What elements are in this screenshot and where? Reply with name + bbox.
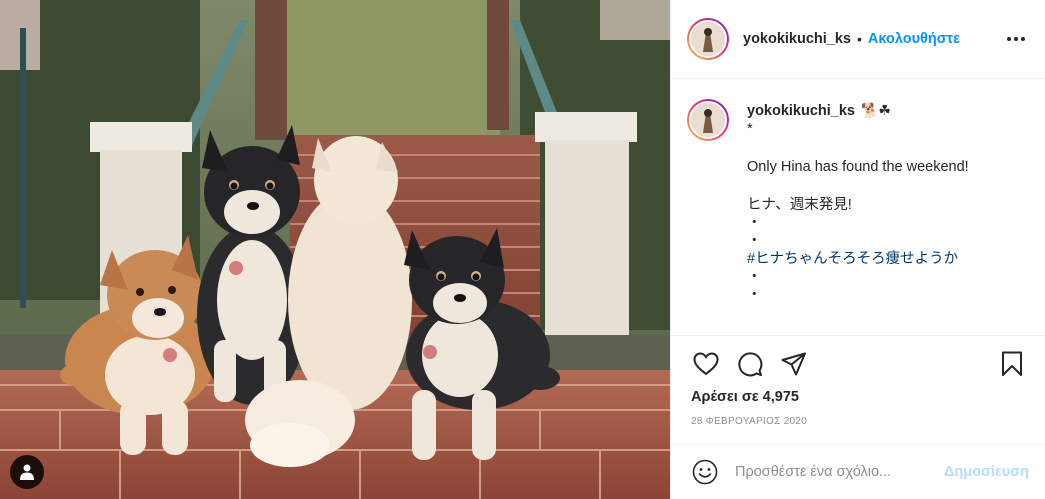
caption-line: * (747, 121, 753, 137)
user-tag-button[interactable] (10, 455, 44, 489)
post-date[interactable]: 28 ΦΕΒΡΟΥΑΡΙΟΣ 2020 (671, 416, 1045, 427)
caption-emojis: 🐕☘ (861, 103, 891, 119)
post-photo[interactable] (0, 0, 670, 499)
caption-line: Only Hina has found the weekend! (747, 159, 969, 175)
caption-body: yokokikuchi_ks 🐕☘ * Only Hina has found … (747, 102, 969, 304)
comment-icon (738, 352, 763, 377)
comment-input[interactable] (735, 464, 944, 480)
post-comment-button[interactable]: Δημοσίευση (944, 464, 1029, 480)
post-caption: yokokikuchi_ks 🐕☘ * Only Hina has found … (671, 79, 1045, 336)
caption-username[interactable]: yokokikuchi_ks (747, 102, 855, 120)
share-button[interactable] (777, 347, 811, 381)
like-button[interactable] (689, 347, 723, 381)
save-button[interactable] (995, 347, 1029, 381)
caption-avatar-image (689, 101, 727, 139)
shiba-dogs-photo (0, 0, 670, 499)
follow-button[interactable]: Ακολουθήστε (868, 31, 960, 47)
caption-line: ヒナ、週末発見! (747, 197, 852, 213)
caption-text: * Only Hina has found the weekend! ヒナ、週末… (747, 120, 969, 304)
more-options-icon[interactable] (1003, 33, 1029, 45)
smiley-icon (692, 459, 718, 485)
comment-button[interactable] (733, 347, 767, 381)
caption-line: ・ (747, 215, 762, 231)
add-comment-bar: Δημοσίευση (671, 444, 1045, 499)
heart-icon (693, 352, 719, 376)
header-username[interactable]: yokokikuchi_ks (743, 31, 851, 47)
post-side-panel: yokokikuchi_ks • Ακολουθήστε yokokikuchi… (670, 0, 1045, 499)
avatar-image (689, 20, 727, 58)
avatar[interactable] (687, 18, 729, 60)
post-header: yokokikuchi_ks • Ακολουθήστε (671, 0, 1045, 79)
caption-hashtag[interactable]: #ヒナちゃんそろそろ痩せようか (747, 250, 969, 268)
black-tan-shiba-dog (197, 125, 307, 405)
bookmark-icon (1002, 351, 1022, 376)
caption-avatar[interactable] (687, 99, 729, 141)
post-actions (671, 336, 1045, 392)
separator-dot: • (857, 31, 862, 47)
likes-count[interactable]: Αρέσει σε 4,975 (671, 389, 1045, 405)
emoji-button[interactable] (691, 458, 719, 486)
caption-line: ・ (747, 233, 762, 249)
caption-line: ・ (747, 287, 762, 303)
caption-line: ・ (747, 269, 762, 285)
share-icon (781, 352, 806, 376)
user-tag-icon (20, 464, 34, 480)
